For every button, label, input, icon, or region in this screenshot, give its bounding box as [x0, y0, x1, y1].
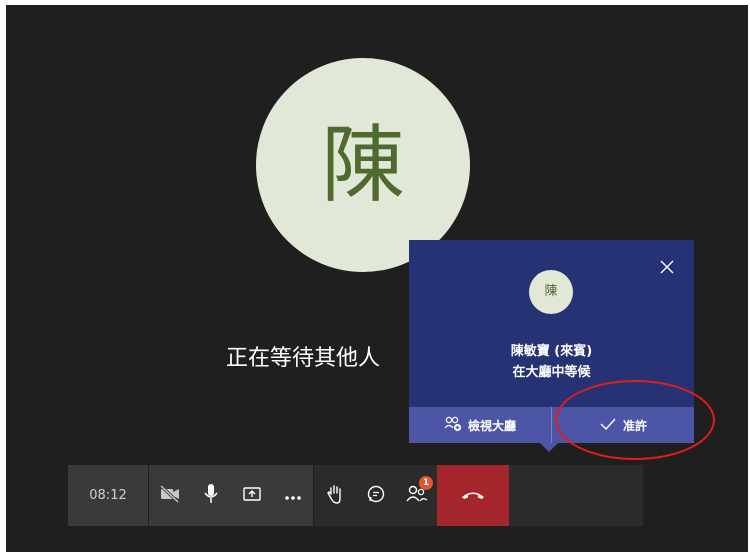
participants-button[interactable]: 1 — [396, 465, 437, 526]
camera-off-icon — [159, 484, 181, 507]
share-screen-icon — [242, 485, 262, 507]
share-screen-button[interactable] — [231, 465, 272, 526]
admit-button[interactable]: 准許 — [551, 407, 694, 443]
hang-up-icon — [460, 486, 486, 505]
view-lobby-label: 檢視大廳 — [467, 418, 516, 433]
people-add-icon — [444, 416, 462, 435]
microphone-icon — [203, 483, 219, 509]
checkmark-icon — [599, 417, 617, 434]
participant-avatar-small: 陳 — [529, 270, 573, 314]
more-options-button[interactable] — [272, 465, 313, 526]
more-options-icon — [284, 486, 302, 505]
popup-pointer — [540, 443, 558, 452]
call-timer: 08:12 — [68, 465, 148, 526]
participant-name: 陳敏寶 (來賓) — [510, 344, 593, 359]
chat-button[interactable] — [355, 465, 396, 526]
raise-hand-icon — [326, 484, 344, 508]
chat-icon — [366, 484, 386, 508]
hang-up-button[interactable] — [437, 465, 509, 526]
participant-status: 在大廳中等候 — [512, 365, 591, 380]
lobby-notification-popup: 陳 陳敏寶 (來賓) 在大廳中等候 檢視大廳 准許 — [409, 240, 694, 452]
avatar-initial: 陳 — [544, 284, 558, 299]
popup-actions: 檢視大廳 准許 — [409, 407, 694, 443]
raise-hand-button[interactable] — [314, 465, 355, 526]
close-icon[interactable] — [658, 258, 676, 276]
notification-badge: 1 — [419, 476, 433, 490]
admit-label: 准許 — [622, 418, 647, 433]
camera-toggle-button[interactable] — [149, 465, 190, 526]
call-toolbar: 08:12 1 — [68, 465, 643, 526]
avatar-initial: 陳 — [320, 116, 405, 214]
microphone-button[interactable] — [190, 465, 231, 526]
view-lobby-button[interactable]: 檢視大廳 — [409, 407, 551, 443]
